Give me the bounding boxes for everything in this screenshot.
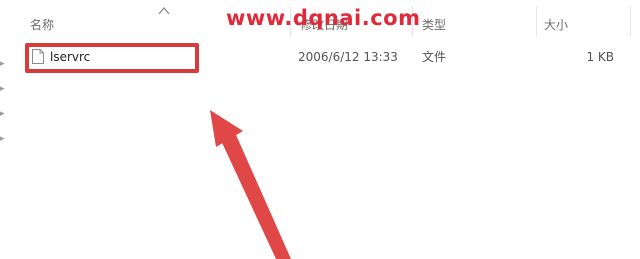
annotation-arrow	[210, 110, 291, 259]
arrow-shaft	[218, 128, 291, 259]
